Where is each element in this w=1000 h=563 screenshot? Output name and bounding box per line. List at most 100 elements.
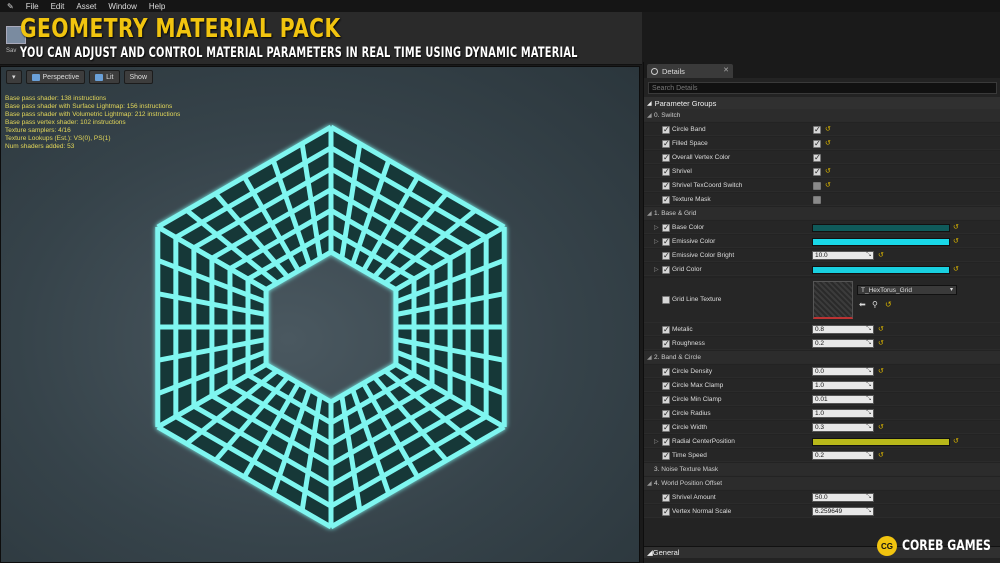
color-swatch[interactable] [812, 266, 950, 274]
number-field[interactable]: 0.0 [812, 367, 874, 376]
param-label: Radial CenterPosition [672, 438, 735, 445]
override-checkbox[interactable] [662, 339, 670, 348]
chevron-down-icon: ◢ [647, 113, 652, 119]
number-field[interactable]: 0.8 [812, 325, 874, 334]
number-field[interactable]: 50.0 [812, 493, 874, 502]
param-label: Emissive Color [672, 238, 716, 245]
override-checkbox[interactable] [662, 409, 670, 418]
chevron-down-icon: ◢ [647, 355, 652, 361]
color-swatch[interactable] [812, 238, 950, 246]
details-tabbar: Details ✕ [644, 62, 1000, 78]
override-checkbox[interactable] [662, 367, 670, 376]
number-field[interactable]: 6.259649 [812, 507, 874, 516]
number-field[interactable]: 0.2 [812, 451, 874, 460]
section-title: Parameter Groups [654, 98, 717, 108]
override-checkbox[interactable] [662, 125, 670, 134]
override-checkbox[interactable] [662, 381, 670, 390]
override-checkbox[interactable] [662, 437, 670, 446]
value-checkbox[interactable] [813, 196, 821, 204]
value-checkbox[interactable] [813, 125, 821, 134]
override-checkbox[interactable] [662, 251, 670, 260]
param-label: Shrivel TexCoord Switch [672, 182, 743, 189]
chevron-right-icon[interactable]: ▷ [654, 238, 659, 245]
group-band-circle[interactable]: 2. Band & Circle ◢ [644, 351, 1000, 364]
tab-details[interactable]: Details ✕ [647, 64, 733, 78]
viewport-options-button[interactable]: ▾ [6, 70, 22, 84]
override-checkbox[interactable] [662, 423, 670, 432]
menu-file[interactable]: File [26, 2, 39, 11]
override-checkbox[interactable] [662, 451, 670, 460]
group-switch[interactable]: 0. Switch ◢ [644, 109, 1000, 122]
group-wpo[interactable]: 4. World Position Offset ◢ [644, 477, 1000, 490]
perspective-button[interactable]: Perspective [25, 70, 86, 84]
override-checkbox[interactable] [662, 493, 670, 502]
texture-select[interactable]: T_HexTorus_Grid [857, 285, 957, 295]
reset-icon[interactable]: ↺ [885, 300, 892, 309]
value-checkbox[interactable] [813, 139, 821, 148]
override-checkbox[interactable] [662, 139, 670, 148]
close-icon[interactable]: ✕ [723, 66, 729, 74]
lit-button[interactable]: Lit [89, 70, 120, 84]
reset-icon[interactable]: ↺ [878, 367, 884, 375]
viewport-toolbar: ▾ Perspective Lit Show [6, 70, 154, 84]
browse-icon[interactable]: ⚲ [872, 300, 878, 309]
override-checkbox[interactable] [662, 507, 670, 516]
chevron-right-icon[interactable]: ▷ [654, 224, 659, 231]
override-checkbox[interactable] [662, 181, 670, 190]
menu-window[interactable]: Window [108, 2, 136, 11]
texture-thumbnail[interactable] [813, 281, 853, 319]
number-field[interactable]: 1.0 [812, 409, 874, 418]
viewport[interactable]: ▾ Perspective Lit Show Base pass shader:… [0, 66, 640, 563]
override-checkbox[interactable] [662, 237, 670, 246]
reset-icon[interactable]: ↺ [825, 167, 831, 175]
override-checkbox[interactable] [662, 395, 670, 404]
app-icon[interactable]: ✎ [7, 2, 14, 11]
use-selected-icon[interactable]: ⬅ [859, 300, 866, 309]
reset-icon[interactable]: ↺ [825, 125, 831, 133]
reset-icon[interactable]: ↺ [953, 437, 959, 445]
value-checkbox[interactable] [813, 167, 821, 176]
reset-icon[interactable]: ↺ [825, 181, 831, 189]
param-label: Circle Band [672, 126, 706, 133]
param-grid-line-texture: Grid Line Texture T_HexTorus_Grid ⬅ ⚲ ↺ [644, 278, 1000, 323]
value-checkbox[interactable] [813, 153, 821, 162]
menu-asset[interactable]: Asset [76, 2, 96, 11]
search-input[interactable]: Search Details [648, 82, 997, 94]
reset-icon[interactable]: ↺ [953, 265, 959, 273]
override-checkbox[interactable] [662, 296, 670, 304]
reset-icon[interactable]: ↺ [825, 139, 831, 147]
number-field[interactable]: 1.0 [812, 381, 874, 390]
reset-icon[interactable]: ↺ [953, 223, 959, 231]
group-base-grid[interactable]: 1. Base & Grid ◢ [644, 207, 1000, 220]
menu-help[interactable]: Help [149, 2, 165, 11]
reset-icon[interactable]: ↺ [878, 339, 884, 347]
reset-icon[interactable]: ↺ [878, 451, 884, 459]
override-checkbox[interactable] [662, 325, 670, 334]
show-button[interactable]: Show [123, 70, 154, 84]
menu-edit[interactable]: Edit [51, 2, 65, 11]
override-checkbox[interactable] [662, 223, 670, 232]
reset-icon[interactable]: ↺ [878, 423, 884, 431]
value-checkbox[interactable] [813, 182, 821, 190]
override-checkbox[interactable] [662, 153, 670, 162]
override-checkbox[interactable] [662, 195, 670, 204]
color-swatch[interactable] [812, 438, 950, 446]
param-time-speed: Time Speed 0.2 ↺ [644, 449, 1000, 462]
override-checkbox[interactable] [662, 167, 670, 176]
parameter-groups-header[interactable]: ◢ Parameter Groups [644, 97, 1000, 109]
lit-label: Lit [106, 73, 114, 81]
reset-icon[interactable]: ↺ [878, 325, 884, 333]
group-noise[interactable]: 3. Noise Texture Mask [644, 463, 1000, 476]
chevron-right-icon[interactable]: ▷ [654, 266, 659, 273]
number-field[interactable]: 0.01 [812, 395, 874, 404]
override-checkbox[interactable] [662, 265, 670, 274]
reset-icon[interactable]: ↺ [878, 251, 884, 259]
color-swatch[interactable] [812, 224, 950, 232]
number-field[interactable]: 0.2 [812, 339, 874, 348]
chevron-right-icon[interactable]: ▷ [654, 438, 659, 445]
lit-icon [95, 73, 104, 81]
param-grid-color: ▷ Grid Color ↺ [644, 263, 1000, 276]
number-field[interactable]: 10.0 [812, 251, 874, 260]
reset-icon[interactable]: ↺ [953, 237, 959, 245]
number-field[interactable]: 0.3 [812, 423, 874, 432]
